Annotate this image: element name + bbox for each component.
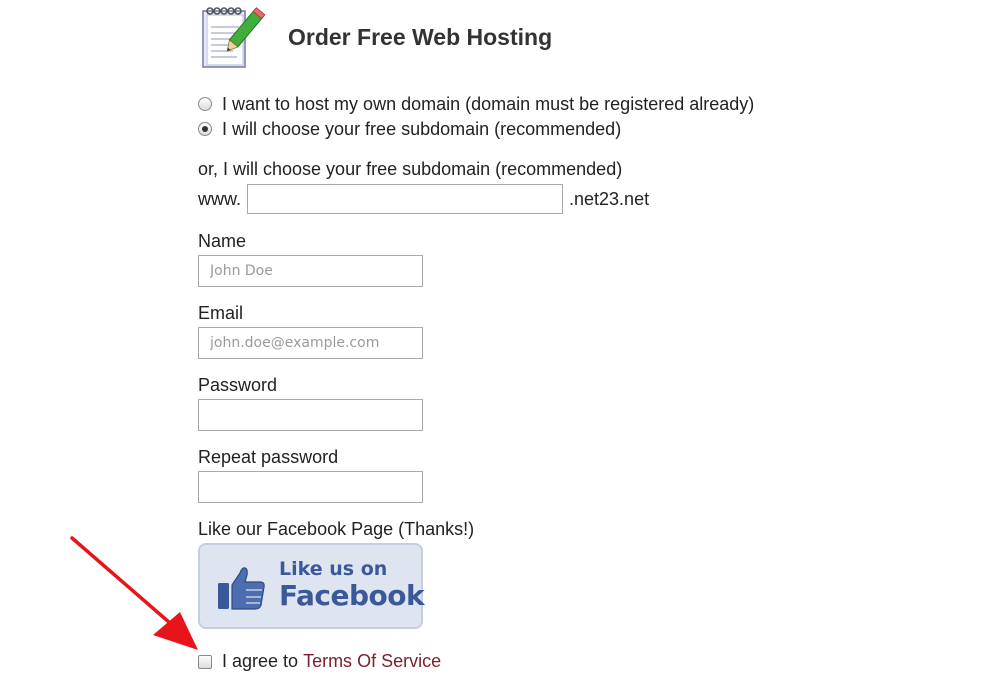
terms-of-service-link[interactable]: Terms Of Service xyxy=(303,651,441,672)
terms-row: I agree to Terms Of Service xyxy=(198,651,441,672)
free-subdomain-label: I will choose your free subdomain (recom… xyxy=(222,118,622,139)
own-domain-radio[interactable] xyxy=(198,97,212,111)
subdomain-input[interactable] xyxy=(247,184,564,214)
radio-own-domain-row[interactable]: I want to host my own domain (domain mus… xyxy=(198,93,754,115)
subdomain-intro: or, I will choose your free subdomain (r… xyxy=(198,159,623,179)
password-label: Password xyxy=(198,375,278,395)
subdomain-suffix: .net23.net xyxy=(569,188,650,209)
own-domain-label: I want to host my own domain (domain mus… xyxy=(222,93,755,114)
email-label: Email xyxy=(198,303,244,323)
terms-prefix: I agree to xyxy=(222,651,299,671)
page-title: Order Free Web Hosting xyxy=(288,24,553,50)
facebook-button-line2: Facebook xyxy=(279,579,425,612)
name-input[interactable] xyxy=(198,255,423,287)
subdomain-row: www. .net23.net xyxy=(198,183,649,215)
repeat-password-label: Repeat password xyxy=(198,447,339,467)
order-hosting-page: Order Free Web Hosting I want to host my… xyxy=(0,0,1000,683)
name-label: Name xyxy=(198,231,247,251)
red-arrow-icon xyxy=(70,536,198,650)
subdomain-prefix: www. xyxy=(198,188,242,209)
repeat-password-input[interactable] xyxy=(198,471,423,503)
facebook-like-button[interactable]: Like us on Facebook xyxy=(198,543,425,629)
notepad-pencil-icon xyxy=(202,7,266,68)
free-subdomain-radio[interactable] xyxy=(198,122,212,136)
radio-free-subdomain-row[interactable]: I will choose your free subdomain (recom… xyxy=(198,118,621,140)
facebook-prompt: Like our Facebook Page (Thanks!) xyxy=(198,519,475,539)
email-input[interactable] xyxy=(198,327,423,359)
password-input[interactable] xyxy=(198,399,423,431)
facebook-button-line1: Like us on xyxy=(279,558,388,580)
